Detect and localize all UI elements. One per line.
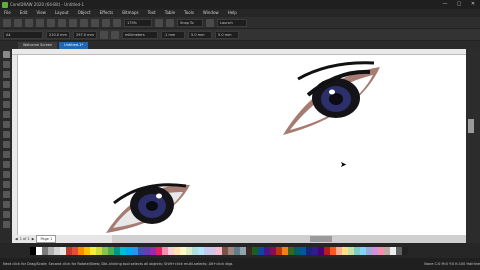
eye-lower-left[interactable] <box>106 183 190 233</box>
menu-object[interactable]: Object <box>78 9 91 17</box>
menu-bitmaps[interactable]: Bitmaps <box>122 9 138 17</box>
parallel-dimension-icon[interactable] <box>2 151 10 158</box>
drop-shadow-icon[interactable] <box>2 171 10 178</box>
window-title: CorelDRAW 2020 (64-Bit) - Untitled-1 <box>10 2 84 7</box>
freehand-tool-icon[interactable] <box>2 91 10 98</box>
zoom-tool-icon[interactable] <box>2 81 10 88</box>
menu-help[interactable]: Help <box>228 9 237 17</box>
status-bar: Next click for Drag/Scale; Second click … <box>0 258 480 270</box>
transparency-icon[interactable] <box>2 181 10 188</box>
export-icon[interactable] <box>113 18 121 27</box>
status-hint: Next click for Drag/Scale; Second click … <box>3 262 233 266</box>
menu-file[interactable]: File <box>4 9 11 17</box>
cut-icon[interactable] <box>47 18 55 27</box>
open-icon[interactable] <box>14 18 22 27</box>
eye-upper-right[interactable] <box>283 61 380 135</box>
close-button[interactable]: ✕ <box>466 0 480 9</box>
launch-dropdown[interactable]: Launch <box>217 18 247 27</box>
pupil <box>329 93 343 105</box>
menu-table[interactable]: Table <box>165 9 175 17</box>
page-navigator: ◀ 1 of 1 ▶ Page 1 <box>12 235 112 243</box>
pick-tool-icon[interactable] <box>2 51 10 58</box>
zoom-field[interactable]: 175% <box>124 18 152 27</box>
menu-view[interactable]: View <box>36 9 46 17</box>
maximize-button[interactable]: ▢ <box>452 0 466 9</box>
nudge-field[interactable]: .1 mm <box>161 30 185 39</box>
pupil <box>146 201 158 211</box>
save-icon[interactable] <box>25 18 33 27</box>
toolbox <box>0 41 12 243</box>
copy-icon[interactable] <box>58 18 66 27</box>
shape-tool-icon[interactable] <box>2 61 10 68</box>
menu-edit[interactable]: Edit <box>20 9 28 17</box>
ellipse-tool-icon[interactable] <box>2 121 10 128</box>
page-tab[interactable]: Page 1 <box>36 235 57 243</box>
page-counter: 1 of 1 <box>19 237 30 241</box>
connector-tool-icon[interactable] <box>2 161 10 168</box>
page-next-icon[interactable]: ▶ <box>32 237 35 241</box>
menu-layout[interactable]: Layout <box>55 9 69 17</box>
menu-bar: File Edit View Layout Object Effects Bit… <box>0 9 480 17</box>
polygon-tool-icon[interactable] <box>2 131 10 138</box>
drawing-canvas[interactable]: ➤ <box>18 55 466 235</box>
color-swatch[interactable] <box>402 246 408 255</box>
paste-icon[interactable] <box>69 18 77 27</box>
page-size-dropdown[interactable]: A4 <box>3 30 43 39</box>
rectangle-tool-icon[interactable] <box>2 111 10 118</box>
vertical-scrollbar[interactable] <box>466 49 480 243</box>
interactive-fill-icon[interactable] <box>2 201 10 208</box>
coreldraw-logo-icon <box>2 1 8 8</box>
menu-effects[interactable]: Effects <box>100 9 114 17</box>
eye-illustrations <box>106 61 380 233</box>
undo-icon[interactable] <box>80 18 88 27</box>
page-width-field[interactable]: 210.0 mm <box>46 30 70 39</box>
rulers-icon[interactable] <box>166 18 174 27</box>
eyedropper-icon[interactable] <box>2 191 10 198</box>
page-first-icon[interactable]: ◀ <box>15 237 18 241</box>
text-tool-icon[interactable] <box>2 141 10 148</box>
tab-welcome-screen[interactable]: Welcome Screen <box>18 42 58 49</box>
add-tool-icon[interactable] <box>2 221 10 228</box>
full-screen-icon[interactable] <box>155 18 163 27</box>
menu-text[interactable]: Text <box>148 9 156 17</box>
tab-untitled-1[interactable]: Untitled-1* <box>59 42 89 49</box>
color-palette <box>0 243 480 258</box>
eye-highlight <box>329 89 335 95</box>
scroll-thumb[interactable] <box>468 119 474 133</box>
dupe-y-field[interactable]: 5.0 mm <box>215 30 239 39</box>
eye-highlight <box>156 193 162 199</box>
units-dropdown[interactable]: millimeters <box>122 30 158 39</box>
crop-tool-icon[interactable] <box>2 71 10 78</box>
new-document-icon[interactable] <box>3 18 11 27</box>
portrait-icon[interactable] <box>100 30 108 39</box>
dupe-x-field[interactable]: 5.0 mm <box>188 30 212 39</box>
import-icon[interactable] <box>102 18 110 27</box>
print-icon[interactable] <box>36 18 44 27</box>
menu-window[interactable]: Window <box>203 9 219 17</box>
title-bar: CorelDRAW 2020 (64-Bit) - Untitled-1 — ▢… <box>0 0 480 9</box>
smart-fill-icon[interactable] <box>2 211 10 218</box>
page-height-field[interactable]: 297.0 mm <box>73 30 97 39</box>
menu-tools[interactable]: Tools <box>184 9 194 17</box>
scroll-thumb[interactable] <box>310 236 332 242</box>
mouse-cursor-icon: ➤ <box>340 160 347 169</box>
landscape-icon[interactable] <box>111 30 119 39</box>
standard-toolbar: 175% Snap To Launch <box>0 17 480 29</box>
redo-icon[interactable] <box>91 18 99 27</box>
status-fill-outline: None C:0 M:0 Y:0 K:100 Hairline <box>424 262 480 266</box>
property-bar: A4 210.0 mm 297.0 mm millimeters .1 mm 5… <box>0 29 480 41</box>
minimize-button[interactable]: — <box>438 0 452 9</box>
options-gear-icon[interactable] <box>206 18 214 27</box>
artistic-media-icon[interactable] <box>2 101 10 108</box>
snap-to-dropdown[interactable]: Snap To <box>177 18 203 27</box>
document-tabs: Welcome Screen Untitled-1* <box>10 41 480 49</box>
